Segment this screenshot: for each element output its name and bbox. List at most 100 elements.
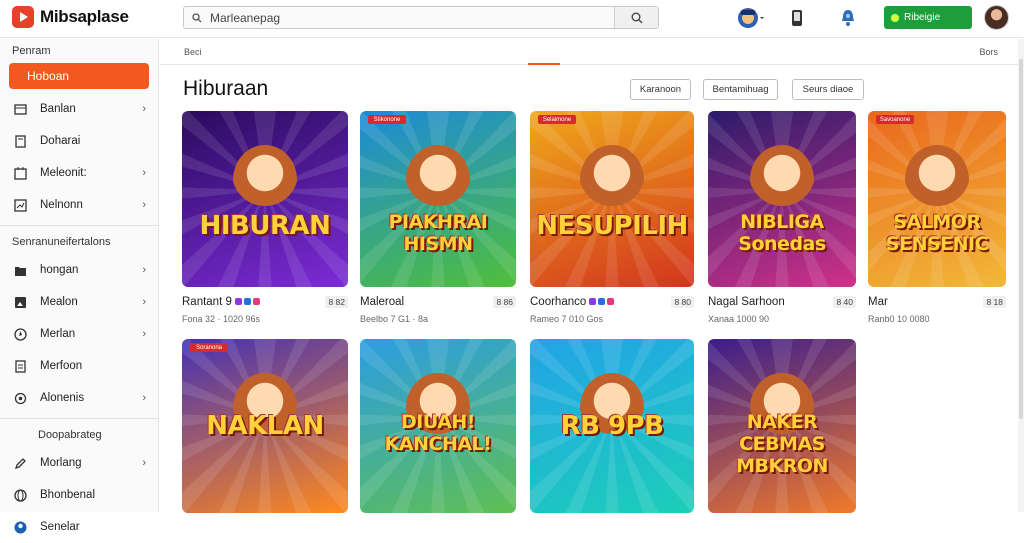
filter-button-1[interactable]: Karanoon <box>630 79 691 100</box>
video-card[interactable]: RB 9PB <box>530 339 694 513</box>
app-logo[interactable]: Mibsaplase <box>12 6 129 28</box>
library-icon <box>14 103 27 115</box>
video-thumbnail[interactable]: Selaimone NESUPILIH <box>530 111 694 287</box>
page-title: Hiburaan <box>183 77 269 100</box>
video-thumbnail[interactable]: Soranona NAKLAN <box>182 339 348 513</box>
document-icon <box>15 359 26 373</box>
video-title[interactable]: Coorhanco 8 80 <box>530 296 694 310</box>
sidebar-section-heading: Senranuneifertalons <box>12 236 111 248</box>
mascot-character <box>750 145 814 215</box>
sidebar-item-banlan[interactable]: Banlan › <box>0 93 158 125</box>
sidebar: Penram Hoboan Banlan › Doharai Meleonit: › Ne… <box>0 39 159 533</box>
thumbnail-title: PIAKHRAI HISMN <box>388 211 488 255</box>
scrollbar-thumb[interactable] <box>1019 59 1023 419</box>
sidebar-item-merlan[interactable]: Merlan › <box>0 318 158 350</box>
video-thumbnail[interactable]: NIBLIGA Sonedas <box>708 111 856 287</box>
sidebar-item-label: Hoboan <box>27 69 70 83</box>
search-input[interactable]: Marleanepag <box>184 7 614 28</box>
video-thumbnail[interactable]: HIBURAN <box>182 111 348 287</box>
chevron-right-icon: › <box>142 296 146 308</box>
video-title[interactable]: Rantant 9 8 82 <box>182 296 348 310</box>
search-icon <box>631 12 642 23</box>
video-meta: Beelbo 7 G1 · 8a <box>360 314 429 324</box>
sidebar-item-label: hongan <box>40 264 79 276</box>
video-title[interactable]: Maleroal 8 86 <box>360 296 516 310</box>
video-card[interactable]: NIBLIGA Sonedas Nagal Sarhoon 8 40 Xanaa 10… <box>708 111 856 324</box>
sidebar-item-alonenis[interactable]: Alonenis › <box>0 382 158 414</box>
video-title-text: Rantant 9 <box>182 296 232 308</box>
video-card[interactable]: HIBURAN Rantant 9 8 82 Fona 32 · 1020 96s <box>182 111 348 324</box>
sidebar-divider <box>0 418 158 419</box>
filter-button-2[interactable]: Bentamihuag <box>703 79 778 100</box>
upgrade-button[interactable]: Ribeigie <box>884 6 972 29</box>
video-thumbnail[interactable]: RB 9PB <box>530 339 694 513</box>
sidebar-item-label: Morlang <box>40 457 82 469</box>
scrollbar[interactable] <box>1018 39 1024 512</box>
phone-icon <box>792 10 802 26</box>
bell-icon <box>842 10 854 26</box>
video-card[interactable]: Stikonone PIAKHRAI HISMN Maleroal 8 86 Beelb… <box>360 111 516 324</box>
video-card[interactable]: NAKER CEBMAS MBKRON <box>708 339 856 513</box>
video-title-text: Mar <box>868 296 888 308</box>
chevron-right-icon: › <box>142 103 146 115</box>
user-avatar[interactable] <box>984 5 1009 30</box>
sidebar-item-label: Merlan <box>40 328 76 340</box>
video-meta: Fona 32 · 1020 96s <box>182 314 261 324</box>
breadcrumb-left[interactable]: Beci <box>184 47 202 57</box>
video-card[interactable]: Savoanone SALMOR SENSENIC Mar 8 18 Ranb0 10 … <box>868 111 1006 324</box>
sidebar-divider <box>0 225 158 226</box>
thumbnail-title: SALMOR SENSENIC <box>885 211 989 255</box>
chevron-right-icon: › <box>142 264 146 276</box>
sidebar-item-label: Bhonbenal <box>40 489 95 501</box>
video-title[interactable]: Nagal Sarhoon 8 40 <box>708 296 856 310</box>
sidebar-item-mealon[interactable]: Mealon › <box>0 286 158 318</box>
account-switcher-button[interactable] <box>736 6 766 30</box>
avatar-icon <box>738 8 764 28</box>
search-button[interactable] <box>614 7 658 28</box>
sidebar-item-senelar[interactable]: Senelar <box>0 511 158 543</box>
video-card[interactable]: Selaimone NESUPILIH Coorhanco 8 80 Rameo 7 0… <box>530 111 694 324</box>
thumbnail-badge: Soranona <box>190 343 228 352</box>
sidebar-item-doharai[interactable]: Doharai <box>0 125 158 157</box>
video-duration: 8 82 <box>325 296 348 308</box>
chevron-right-icon: › <box>142 199 146 211</box>
video-duration: 8 40 <box>833 296 856 308</box>
sidebar-item-hongan[interactable]: hongan › <box>0 254 158 286</box>
video-title-text: Nagal Sarhoon <box>708 296 785 308</box>
thumbnail-title: NIBLIGA Sonedas <box>738 211 826 255</box>
chevron-right-icon: › <box>142 328 146 340</box>
sidebar-item-label: Alonenis <box>40 392 85 404</box>
folder-icon <box>15 266 26 276</box>
globe-icon <box>14 488 27 502</box>
thumbnail-badge: Stikonone <box>368 115 406 124</box>
notifications-button[interactable] <box>838 6 858 30</box>
pen-icon <box>14 457 26 469</box>
search-icon <box>192 12 202 22</box>
sidebar-item-label: Banlan <box>40 103 76 115</box>
video-title[interactable]: Mar 8 18 <box>868 296 1006 310</box>
sidebar-item-label: Mealon <box>40 296 78 308</box>
video-thumbnail[interactable]: NAKER CEBMAS MBKRON <box>708 339 856 513</box>
settings-icon <box>14 392 27 404</box>
video-thumbnail[interactable]: DIUAH! KANCHAL! <box>360 339 516 513</box>
thumbnail-badge: Savoanone <box>876 115 914 124</box>
sidebar-item-bhonbenal[interactable]: Bhonbenal <box>0 479 158 511</box>
video-duration: 8 86 <box>493 296 516 308</box>
video-meta: Rameo 7 010 Gos <box>530 314 604 324</box>
sidebar-item-nelnonn[interactable]: Nelnonn › <box>0 189 158 221</box>
device-button[interactable] <box>787 6 807 30</box>
sidebar-item-label: Merfoon <box>40 360 83 372</box>
thumbnail-title: RB 9PB <box>560 411 664 441</box>
breadcrumb-right[interactable]: Bors <box>979 47 998 57</box>
video-thumbnail[interactable]: Savoanone SALMOR SENSENIC <box>868 111 1006 287</box>
sidebar-item-meleonit-[interactable]: Meleonit: › <box>0 157 158 189</box>
video-thumbnail[interactable]: Stikonone PIAKHRAI HISMN <box>360 111 516 287</box>
filter-button-3[interactable]: Seurs diaoe <box>792 79 864 100</box>
video-card[interactable]: DIUAH! KANCHAL! <box>360 339 516 513</box>
sidebar-item-morlang[interactable]: Morlang › <box>0 447 158 479</box>
video-card[interactable]: Soranona NAKLAN <box>182 339 348 513</box>
video-title-text: Coorhanco <box>530 296 587 308</box>
search-bar[interactable]: Marleanepag <box>183 6 659 29</box>
sidebar-item-merfoon[interactable]: Merfoon <box>0 350 158 382</box>
sidebar-item-active[interactable]: Hoboan <box>9 63 149 89</box>
